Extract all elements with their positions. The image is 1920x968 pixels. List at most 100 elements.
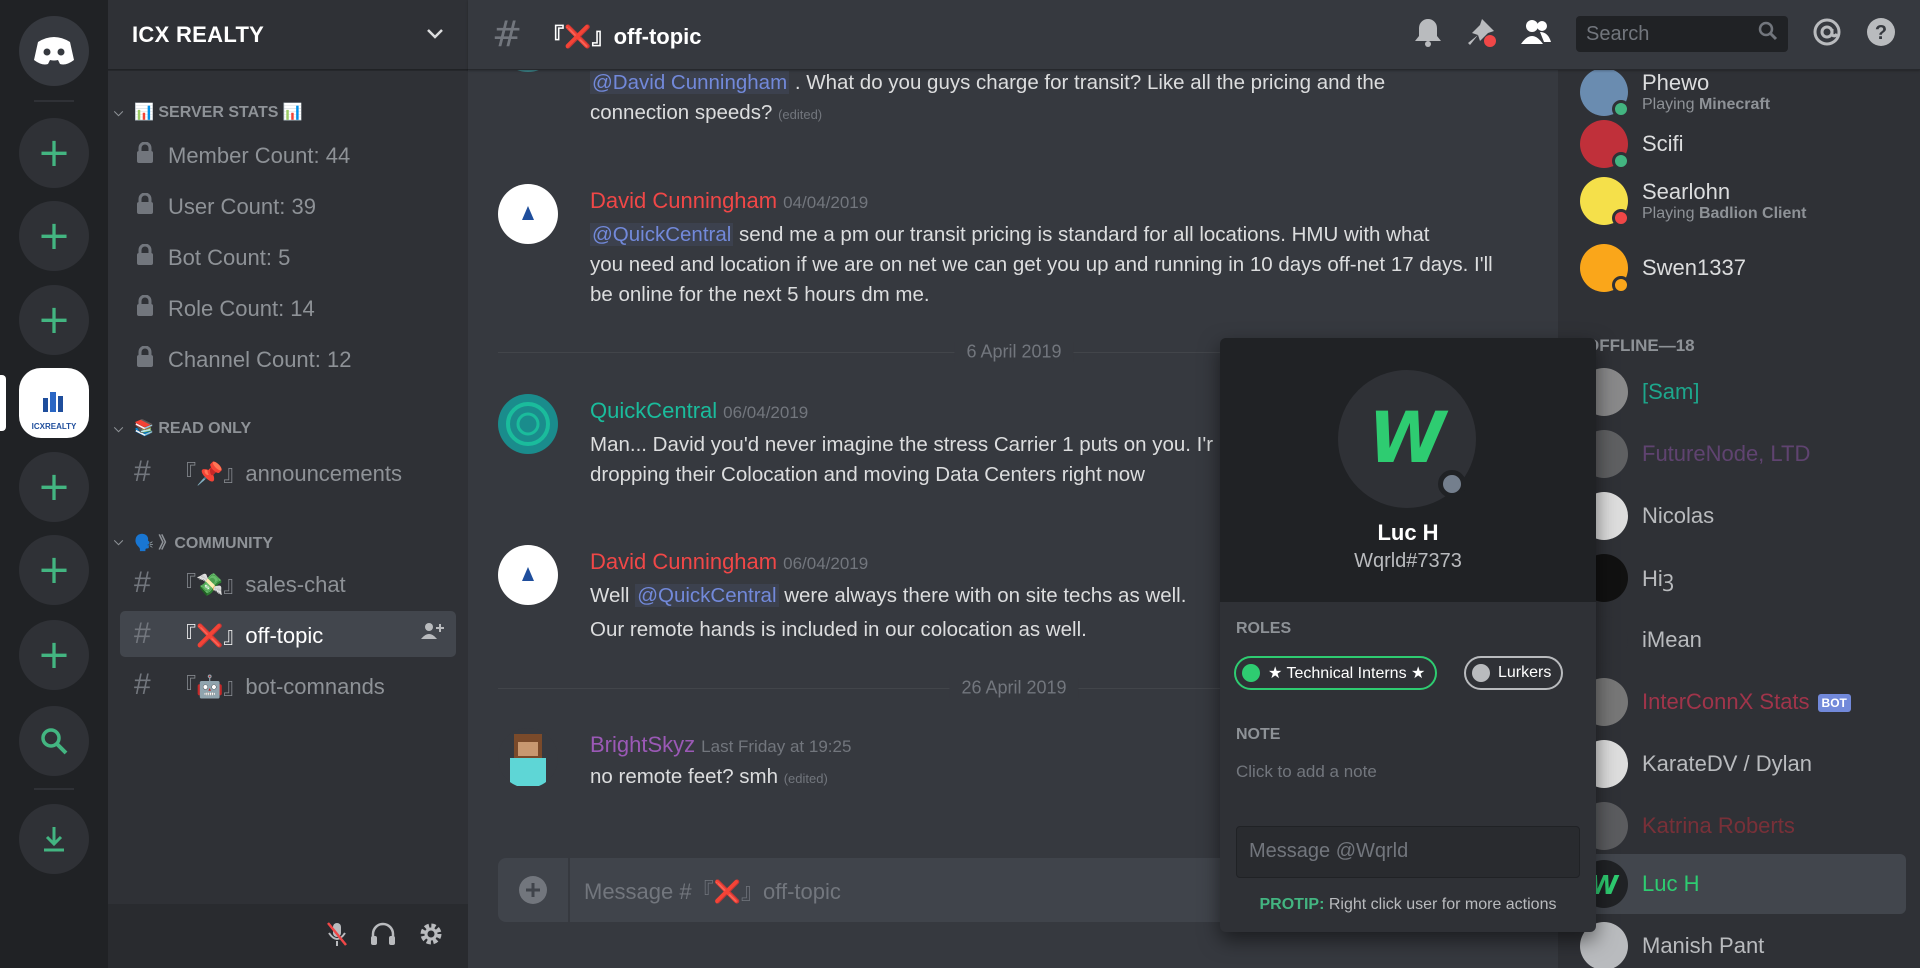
hash-icon: #: [134, 668, 151, 701]
help-icon[interactable]: ?: [1866, 17, 1896, 51]
member-item[interactable]: Katrina Roberts: [1580, 796, 1918, 856]
stats-channel-role-count[interactable]: Role Count: 14: [136, 294, 315, 323]
channel-off-topic[interactable]: # 『❌』off-topic: [120, 611, 456, 657]
member-item[interactable]: Hiꝫ: [1580, 548, 1918, 608]
role-color-dot: [1472, 664, 1490, 682]
stats-channel-channel-count[interactable]: Channel Count: 12: [136, 345, 352, 374]
server-header[interactable]: ICX REALTY: [108, 0, 468, 70]
chevron-down-icon[interactable]: [426, 25, 444, 44]
server-icx-realty[interactable]: ICXREALTY: [19, 368, 89, 438]
member-item[interactable]: Nicolas: [1580, 486, 1918, 546]
member-list-icon[interactable]: [1520, 18, 1552, 50]
stats-channel-member-count[interactable]: Member Count: 44: [136, 141, 350, 170]
role-pill[interactable]: ★ Technical Interns ★: [1234, 656, 1438, 690]
download-apps-icon[interactable]: [19, 804, 89, 874]
hash-icon: #: [134, 455, 151, 488]
edited-tag: (edited): [778, 107, 823, 122]
member-item[interactable]: FutureNode, LTD: [1580, 424, 1918, 484]
member-item[interactable]: KarateDV / Dylan: [1580, 734, 1918, 794]
gear-icon[interactable]: [418, 921, 444, 951]
lock-icon: [136, 141, 154, 170]
channel-bot-commands[interactable]: # 『🤖』bot-comnands: [120, 662, 456, 708]
role-pill[interactable]: Lurkers: [1464, 656, 1564, 690]
category-label: 📊 SERVER STATS 📊: [134, 104, 303, 121]
pin-icon[interactable]: [1466, 17, 1496, 51]
member-item[interactable]: iMean: [1580, 610, 1918, 670]
note-input[interactable]: Click to add a note: [1236, 762, 1377, 782]
avatar[interactable]: [498, 545, 558, 605]
invite-user-icon[interactable]: [420, 621, 444, 647]
member-item[interactable]: Searlohn Playing Badlion Client: [1580, 171, 1918, 231]
stats-channel-user-count[interactable]: User Count: 39: [136, 192, 316, 221]
message-author[interactable]: QuickCentral 06/04/2019: [590, 398, 808, 424]
svg-text:?: ?: [1875, 22, 1887, 44]
message-author[interactable]: BrightSkyz Last Friday at 19:25: [590, 732, 851, 758]
lock-icon: [136, 243, 154, 272]
message-text: send me a pm our transit pricing is stan…: [739, 223, 1430, 246]
user-mention[interactable]: @QuickCentral: [590, 223, 734, 246]
direct-message-input[interactable]: Message @Wqrld: [1236, 826, 1580, 878]
server-icon-5[interactable]: +: [19, 535, 89, 605]
popout-avatar[interactable]: W: [1338, 370, 1476, 508]
server-icon-3[interactable]: +: [19, 285, 89, 355]
member-item[interactable]: Swen1337: [1580, 238, 1918, 298]
member-name: FutureNode, LTD: [1642, 441, 1811, 466]
message-text: Our remote hands is included in our colo…: [590, 618, 1087, 641]
server-logo-text: ICXREALTY: [31, 421, 77, 431]
lock-icon: [136, 294, 154, 323]
status-offline-icon: [1438, 470, 1466, 498]
search-input[interactable]: Search: [1576, 16, 1788, 52]
message-text: Man... David you'd never imagine the str…: [590, 433, 1214, 456]
category-server-stats[interactable]: ⌵ 📊 SERVER STATS 📊: [114, 102, 303, 122]
headphones-icon[interactable]: [370, 922, 396, 950]
category-community[interactable]: ⌵ 🗣️ 》COMMUNITY: [114, 529, 273, 553]
message-author[interactable]: David Cunningham 04/04/2019: [590, 188, 868, 214]
channel-sales-chat[interactable]: # 『💸』sales-chat: [120, 560, 456, 606]
server-icon-2[interactable]: +: [19, 201, 89, 271]
member-name: Luc H: [1642, 871, 1700, 896]
user-mention[interactable]: @David Cunningham: [590, 71, 790, 94]
hash-icon: #: [134, 617, 151, 650]
member-item[interactable]: Scifi: [1580, 114, 1918, 174]
upload-plus-icon[interactable]: [498, 858, 570, 922]
avatar[interactable]: [498, 728, 558, 788]
member-list: Phewo Playing Minecraft Scifi Searlohn P…: [1558, 70, 1920, 968]
member-item-selected[interactable]: W Luc H: [1568, 854, 1906, 914]
member-item[interactable]: InterConnX Stats BOT: [1580, 672, 1918, 732]
user-panel: [108, 904, 468, 968]
bell-icon[interactable]: [1414, 17, 1442, 51]
stats-channel-bot-count[interactable]: Bot Count: 5: [136, 243, 291, 272]
discord-home-icon[interactable]: [19, 16, 89, 86]
channel-label: Bot Count: 5: [168, 245, 291, 270]
role-label: ★ Technical Interns ★: [1268, 665, 1426, 682]
avatar: [1580, 244, 1630, 294]
channel-label: 『❌』off-topic: [174, 623, 324, 648]
role-label: Lurkers: [1498, 664, 1552, 681]
server-icon-1[interactable]: +: [19, 118, 89, 188]
member-item[interactable]: Manish Pant: [1580, 916, 1918, 968]
category-read-only[interactable]: ⌵ 📚 READ ONLY: [114, 418, 251, 438]
mentions-icon[interactable]: [1812, 17, 1842, 51]
author-name: David Cunningham: [590, 549, 778, 574]
message-content: @David Cunningham . What do you guys cha…: [590, 68, 1530, 130]
roles-label: ROLES: [1236, 620, 1292, 637]
popout-tag: Wqrld#7373: [1354, 550, 1462, 572]
channel-label: Channel Count: 12: [168, 347, 352, 372]
channel-label: 『💸』sales-chat: [174, 572, 346, 597]
chevron-down-icon: ⌵: [114, 104, 124, 119]
hash-icon: #: [134, 566, 151, 599]
channel-announcements[interactable]: # 『📌』announcements: [120, 449, 456, 495]
server-icon-4[interactable]: +: [19, 452, 89, 522]
role-color-dot: [1242, 664, 1260, 682]
explore-search-icon[interactable]: [19, 706, 89, 776]
user-mention[interactable]: @QuickCentral: [635, 584, 779, 607]
mute-microphone-icon[interactable]: [326, 921, 348, 951]
lock-icon: [136, 192, 154, 221]
add-server-icon[interactable]: +: [19, 620, 89, 690]
author-name: David Cunningham: [590, 188, 778, 213]
avatar[interactable]: [498, 184, 558, 244]
message-author[interactable]: David Cunningham 06/04/2019: [590, 549, 868, 575]
activity-prefix: Playing: [1642, 96, 1695, 113]
avatar[interactable]: [498, 394, 558, 454]
member-item[interactable]: [Sam]: [1580, 362, 1918, 422]
